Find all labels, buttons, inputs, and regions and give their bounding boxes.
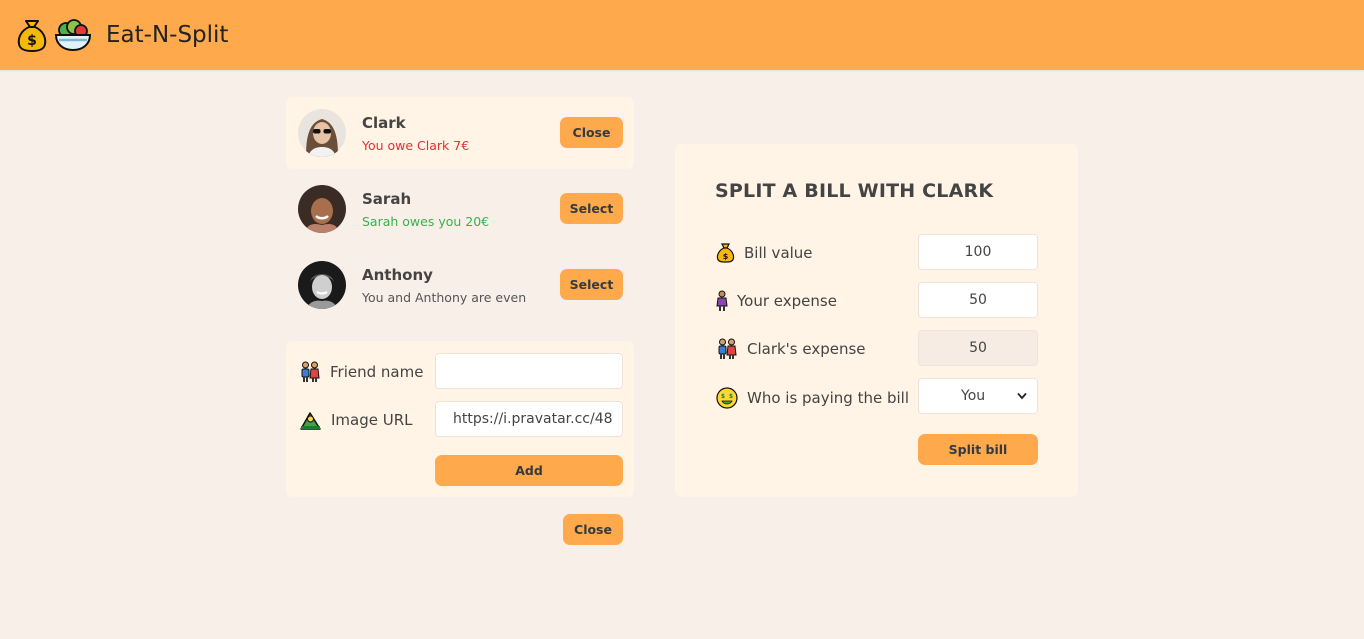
close-friend-button[interactable]: Close (560, 117, 623, 148)
couple-icon (301, 361, 320, 382)
avatar (298, 109, 346, 157)
friend-expense-input: 50 (918, 330, 1038, 366)
payer-select-value: You (961, 388, 986, 404)
money-bag-icon: $ (17, 20, 47, 53)
add-friend-button[interactable]: Add (435, 455, 623, 486)
person-icon (716, 290, 728, 311)
svg-text:$: $ (729, 393, 733, 400)
svg-text:$: $ (721, 393, 725, 400)
bill-value-label: $ Bill value (716, 242, 813, 263)
your-expense-label-text: Your expense (737, 292, 837, 310)
your-expense-label: Your expense (716, 290, 837, 312)
friend-name-label-text: Friend name (330, 363, 424, 381)
landscape-icon (300, 412, 321, 430)
friend-expense-label-text: Clark's expense (747, 340, 866, 358)
your-expense-input[interactable]: 50 (918, 282, 1038, 318)
couple-icon (718, 338, 737, 359)
app-header: $ Eat-N-Split (0, 0, 1364, 70)
svg-text:$: $ (27, 33, 37, 49)
avatar (298, 185, 346, 233)
image-url-input[interactable]: https://i.pravatar.cc/48 (435, 401, 623, 437)
friend-item-sarah: Sarah Sarah owes you 20€ Select (286, 173, 634, 245)
payer-select[interactable]: You (918, 378, 1038, 414)
friend-expense-label: Clark's expense (716, 338, 866, 360)
svg-text:$: $ (723, 252, 729, 261)
payer-label: $ $ Who is paying the bill (716, 387, 909, 409)
money-face-icon: $ $ (716, 387, 738, 409)
add-friend-form: Friend name Image URL https://i.pravatar… (286, 341, 634, 497)
avatar (298, 261, 346, 309)
logo: $ Eat-N-Split (16, 17, 228, 53)
salad-icon (54, 19, 92, 52)
image-url-label: Image URL (300, 409, 413, 431)
split-bill-form: SPLIT A BILL WITH CLARK $ Bill value 100… (675, 144, 1078, 497)
bill-value-input[interactable]: 100 (918, 234, 1038, 270)
money-bag-icon: $ (716, 243, 735, 263)
app-title: Eat-N-Split (106, 22, 229, 48)
friend-item-anthony: Anthony You and Anthony are even Select (286, 249, 634, 321)
friend-name-input[interactable] (435, 353, 623, 389)
payer-label-text: Who is paying the bill (747, 389, 909, 407)
friend-item-clark: Clark You owe Clark 7€ Close (286, 97, 634, 169)
close-form-button[interactable]: Close (563, 514, 623, 545)
chevron-down-icon (1017, 392, 1027, 400)
select-friend-button[interactable]: Select (560, 193, 623, 224)
select-friend-button[interactable]: Select (560, 269, 623, 300)
split-bill-button[interactable]: Split bill (918, 434, 1038, 465)
image-url-label-text: Image URL (331, 411, 413, 429)
split-form-title: SPLIT A BILL WITH CLARK (715, 180, 994, 202)
bill-value-label-text: Bill value (744, 243, 813, 262)
friend-name-label: Friend name (300, 361, 423, 383)
